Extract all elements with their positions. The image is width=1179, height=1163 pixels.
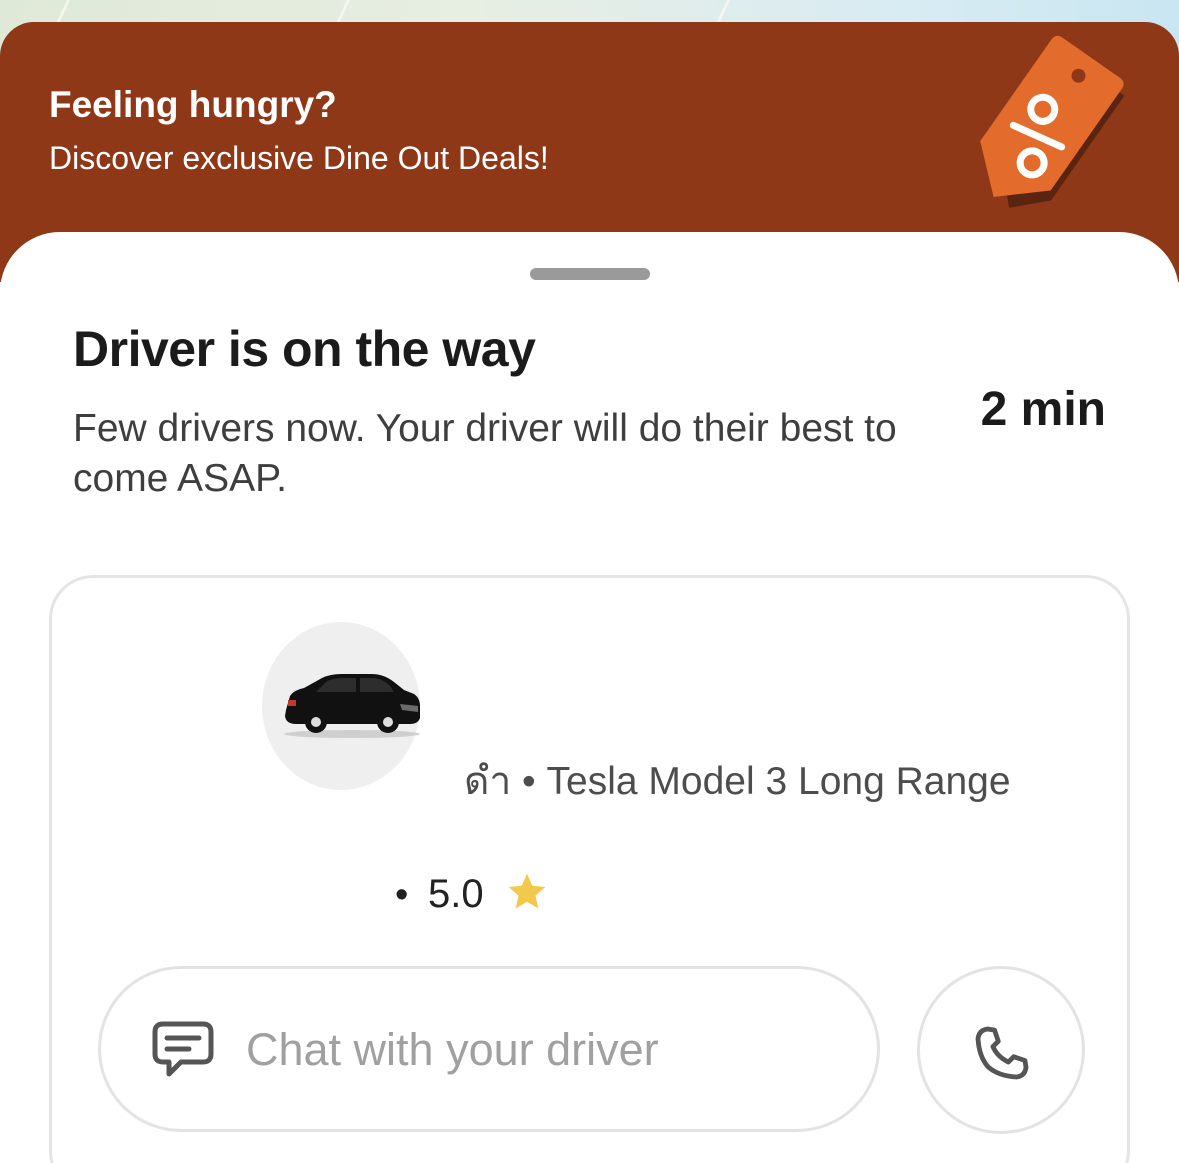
star-icon <box>508 873 546 909</box>
status-message: Few drivers now. Your driver will do the… <box>73 407 897 500</box>
chat-button-label: Chat with your driver <box>246 1024 659 1075</box>
vehicle-info: ดำ • Tesla Model 3 Long Range <box>464 760 1011 803</box>
discount-tag-icon <box>980 35 1125 208</box>
status-title: Driver is on the way <box>73 321 536 377</box>
rating-separator: • <box>395 874 409 916</box>
promo-title: Feeling hungry? <box>49 84 337 125</box>
promo-subtitle: Discover exclusive Dine Out Deals! <box>49 140 549 176</box>
driver-rating: 5.0 <box>428 872 484 916</box>
eta-label: 2 min <box>980 383 1106 436</box>
ride-status-sheet: Driver is on the way Few drivers now. Yo… <box>0 232 1179 1163</box>
drag-handle[interactable] <box>530 268 650 280</box>
phone-icon <box>975 1026 1029 1080</box>
chat-with-driver-button[interactable]: Chat with your driver <box>98 966 880 1132</box>
driver-card[interactable]: ดำ • Tesla Model 3 Long Range • 5.0 Chat… <box>49 575 1130 1163</box>
black-car-icon <box>284 674 420 738</box>
call-driver-button[interactable] <box>917 966 1085 1134</box>
chat-bubble-icon <box>152 1021 214 1077</box>
